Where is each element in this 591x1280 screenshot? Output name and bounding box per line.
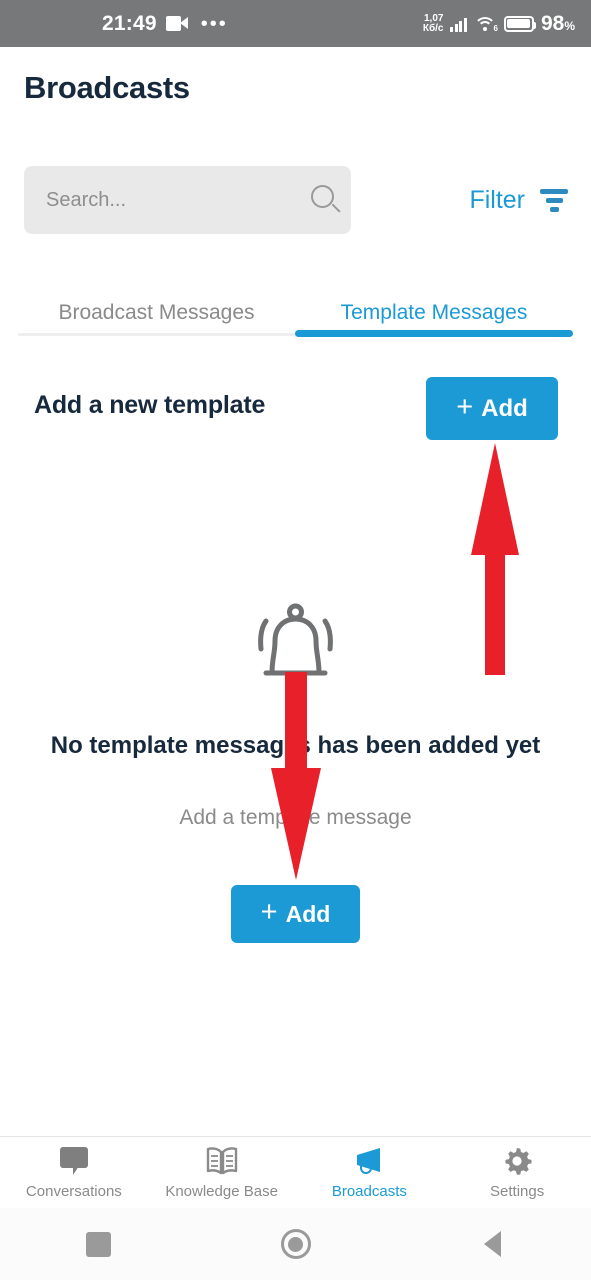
android-back-button[interactable] xyxy=(394,1231,591,1257)
filter-funnel-icon[interactable] xyxy=(539,188,569,212)
nav-label-settings: Settings xyxy=(490,1182,545,1200)
nav-label-conversations: Conversations xyxy=(25,1182,122,1200)
megaphone-icon xyxy=(357,1147,381,1174)
tab-bar: Broadcast Messages Template Messages xyxy=(0,285,591,349)
search-input[interactable] xyxy=(46,188,311,212)
cellular-signal-icon xyxy=(450,16,467,32)
battery-percent-value: 98 xyxy=(540,11,565,35)
add-template-button-top[interactable]: + Add xyxy=(426,377,558,440)
status-bar-right: 1,07 Кб/с 6 98% xyxy=(423,12,575,36)
status-bar-left: 21:49 ••• xyxy=(102,12,228,36)
battery-icon xyxy=(503,15,536,32)
status-bar-clock: 21:49 xyxy=(102,11,157,35)
nav-item-conversations[interactable]: Conversations xyxy=(0,1137,148,1208)
plus-icon: + xyxy=(456,390,474,423)
nav-item-settings[interactable]: Settings xyxy=(443,1137,591,1208)
nav-label-knowledge-base: Knowledge Base xyxy=(165,1182,278,1200)
status-bar: 21:49 ••• 1,07 Кб/с 6 98% xyxy=(0,0,591,47)
circle-home-icon xyxy=(280,1229,311,1259)
add-template-button-bottom[interactable]: + Add xyxy=(231,885,360,943)
tab-active-indicator xyxy=(295,330,573,337)
android-recents-button[interactable] xyxy=(0,1231,197,1257)
add-button-label: Add xyxy=(481,394,528,422)
red-arrow-down-annotation xyxy=(271,672,321,880)
search-row: Filter xyxy=(0,165,591,235)
network-speed: 1,07 Кб/с xyxy=(422,13,444,34)
empty-state-subtitle: Add a template message xyxy=(179,806,412,829)
add-new-template-label: Add a new template xyxy=(34,391,266,419)
battery-percent: 98% xyxy=(541,12,575,36)
search-box[interactable] xyxy=(24,166,351,234)
nav-label-broadcasts: Broadcasts xyxy=(331,1182,407,1200)
triangle-back-icon xyxy=(484,1231,501,1257)
video-camera-icon xyxy=(165,16,188,31)
search-icon[interactable] xyxy=(311,185,341,215)
square-recents-icon xyxy=(86,1231,111,1257)
filter-button[interactable]: Filter xyxy=(469,186,569,215)
nav-item-broadcasts[interactable]: Broadcasts xyxy=(296,1137,444,1208)
bottom-navigation: Conversations Knowledge Base Broadcasts … xyxy=(0,1136,591,1208)
wifi-generation-label: 6 xyxy=(493,24,498,33)
notification-bell-icon xyxy=(258,603,333,676)
add-button-label: Add xyxy=(285,900,331,927)
filter-label: Filter xyxy=(469,185,525,214)
nav-item-knowledge-base[interactable]: Knowledge Base xyxy=(148,1137,296,1208)
gear-icon xyxy=(505,1147,532,1175)
battery-percent-symbol: % xyxy=(564,18,575,33)
plus-icon: + xyxy=(260,896,278,928)
page-title: Broadcasts xyxy=(24,70,190,105)
wifi-icon: 6 xyxy=(474,15,498,33)
android-home-button[interactable] xyxy=(197,1229,394,1259)
android-navigation-bar xyxy=(0,1208,591,1280)
ellipsis-icon: ••• xyxy=(200,12,228,35)
empty-state-title: No template messages has been added yet xyxy=(50,732,541,759)
chat-bubble-icon xyxy=(57,1146,91,1176)
network-speed-unit: Кб/с xyxy=(422,22,444,34)
open-book-icon xyxy=(206,1146,237,1174)
red-arrow-up-annotation xyxy=(471,443,519,675)
